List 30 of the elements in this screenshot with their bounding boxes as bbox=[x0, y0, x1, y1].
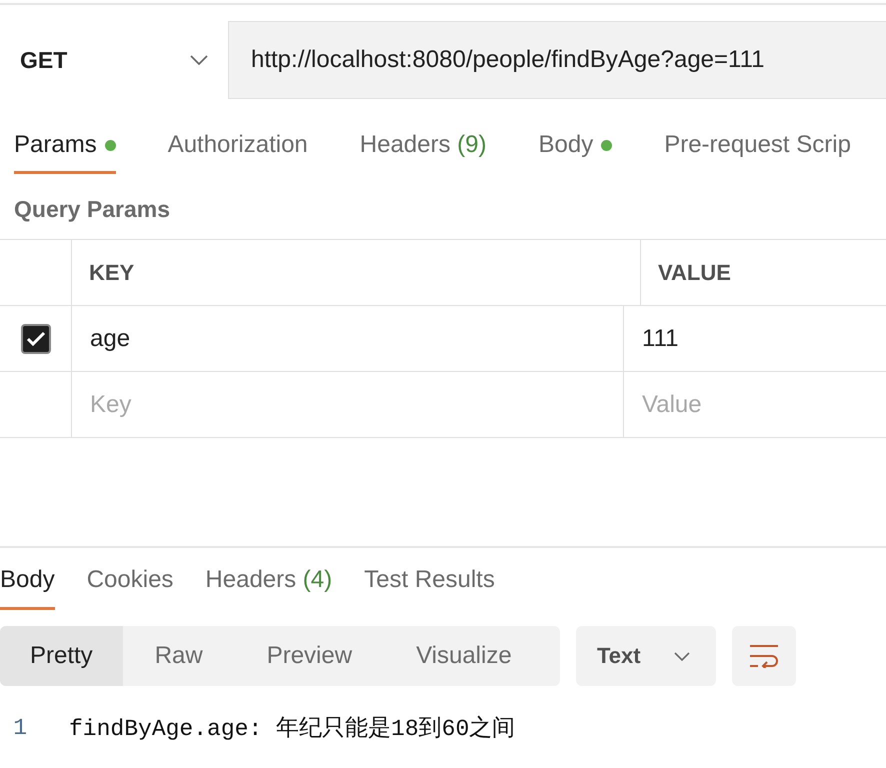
response-tab[interactable]: Headers (4) bbox=[205, 566, 332, 610]
table-cell[interactable]: age bbox=[72, 306, 624, 371]
code-line: findByAge.age: 年纪只能是18到60之间 bbox=[69, 714, 516, 743]
view-mode-option[interactable]: Pretty bbox=[0, 626, 123, 686]
table-cell[interactable]: 111 bbox=[624, 306, 886, 371]
wrap-button[interactable] bbox=[732, 626, 796, 686]
request-tab[interactable]: Params bbox=[14, 131, 116, 174]
response-tab[interactable]: Body bbox=[0, 566, 55, 610]
response-tab[interactable]: Test Results bbox=[364, 566, 495, 610]
key-field[interactable]: Key bbox=[72, 390, 623, 420]
request-tab[interactable]: Body bbox=[538, 131, 612, 174]
url-field[interactable]: http://localhost:8080/people/findByAge?age=111 bbox=[229, 21, 886, 99]
response-tab[interactable]: Cookies bbox=[86, 566, 174, 610]
chevron-down-icon bbox=[674, 652, 690, 660]
checkbox[interactable] bbox=[20, 324, 50, 354]
chevron-down-icon bbox=[190, 55, 208, 65]
format-dropdown[interactable]: Text bbox=[576, 626, 716, 686]
column-header: VALUE bbox=[657, 258, 732, 286]
request-tab[interactable]: Headers (9) bbox=[360, 131, 486, 174]
value-field[interactable]: Value bbox=[624, 390, 886, 420]
check-icon bbox=[26, 330, 46, 346]
section-title: Query Params bbox=[14, 196, 171, 223]
line-number: 1 bbox=[12, 714, 28, 740]
request-tab[interactable]: Pre-request Scrip bbox=[664, 131, 851, 174]
view-mode-option[interactable]: Visualize bbox=[384, 626, 544, 686]
column-header: KEY bbox=[72, 240, 641, 305]
view-mode-option[interactable]: Preview bbox=[234, 626, 384, 686]
text-wrap-icon bbox=[749, 644, 779, 668]
request-tab[interactable]: Authorization bbox=[168, 131, 308, 174]
view-mode-option[interactable]: Raw bbox=[122, 626, 235, 686]
